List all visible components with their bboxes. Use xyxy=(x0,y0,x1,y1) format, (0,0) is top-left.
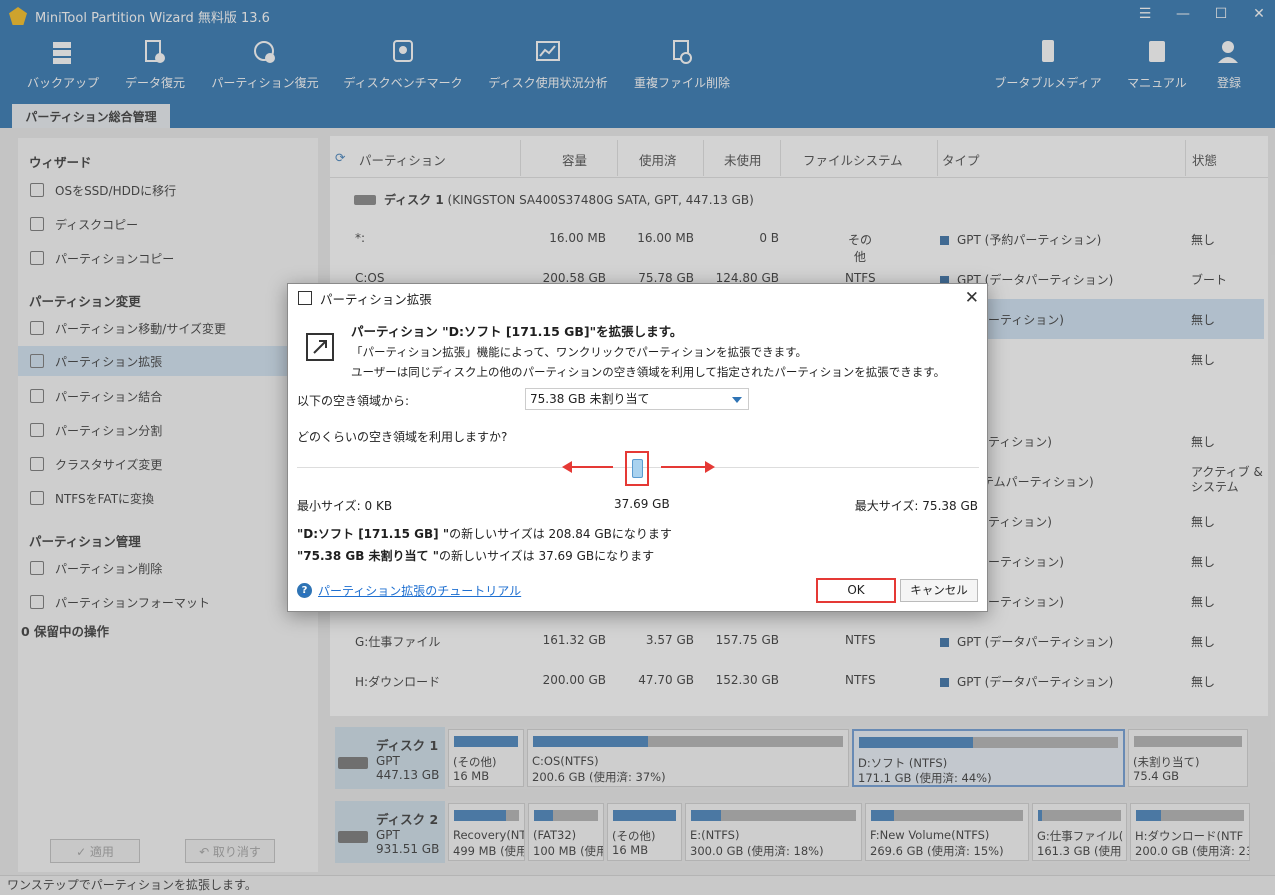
result-line-1: "D:ソフト [171.15 GB] "の新しいサイズは 208.84 GBにな… xyxy=(297,527,672,541)
tutorial-link[interactable]: ? パーティション拡張のチュートリアル xyxy=(297,582,521,599)
dialog-heading: パーティション "D:ソフト [171.15 GB]"を拡張します。 xyxy=(351,324,683,339)
extend-partition-icon xyxy=(306,333,334,361)
max-size: 最大サイズ: 75.38 GB xyxy=(854,499,978,513)
slider-handle[interactable] xyxy=(632,459,643,478)
result-line-2: "75.38 GB 未割り当て "の新しいサイズは 37.69 GBになります xyxy=(297,549,655,563)
current-size: 37.69 GB xyxy=(614,497,670,511)
close-icon[interactable]: ✕ xyxy=(965,288,979,308)
cancel-button[interactable]: キャンセル xyxy=(900,579,978,602)
slider-highlight xyxy=(625,451,649,486)
help-icon: ? xyxy=(297,583,312,598)
chevron-down-icon xyxy=(732,397,742,403)
left-arrow xyxy=(569,466,613,468)
dialog-description-1: 「パーティション拡張」機能によって、ワンクリックでパーティションを拡張できます。 xyxy=(351,345,807,359)
extend-partition-dialog: パーティション拡張 ✕ パーティション "D:ソフト [171.15 GB]"を… xyxy=(287,283,988,612)
dialog-title-bar: パーティション拡張 ✕ xyxy=(288,284,987,312)
free-space-label: 以下の空き領域から: xyxy=(297,394,410,408)
free-space-select[interactable]: 75.38 GB 未割り当て xyxy=(525,388,749,410)
left-arrow-head xyxy=(562,461,572,473)
dialog-description-2: ユーザーは同じディスク上の他のパーティションの空き領域を利用して指定されたパーテ… xyxy=(351,365,946,379)
extend-icon xyxy=(298,291,312,305)
min-size: 最小サイズ: 0 KB xyxy=(297,499,393,513)
how-much-label: どのくらいの空き領域を利用しますか? xyxy=(297,430,508,444)
right-arrow xyxy=(661,466,705,468)
right-arrow-head xyxy=(705,461,715,473)
ok-button[interactable]: OK xyxy=(816,578,896,603)
